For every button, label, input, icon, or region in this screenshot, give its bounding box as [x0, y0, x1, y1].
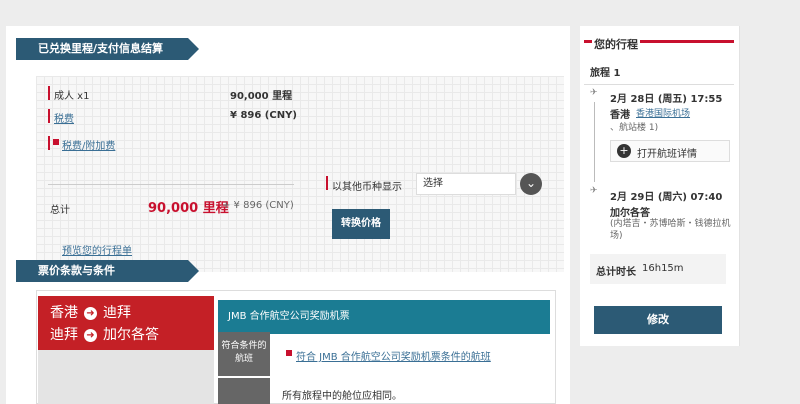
total-plus-amount: + ¥ 896 (CNY) [222, 200, 294, 211]
trip-label: 旅程 1 [590, 68, 621, 79]
itinerary-panel: 您的行程 旅程 1 ✈ 2月 28日 (周五) 17:55 香港 香港国际机场 … [580, 26, 740, 346]
payment-summary-box: 成人 x1 90,000 里程 税费 ¥ 896 (CNY) 税费/附加费 总计… [36, 76, 564, 272]
route-line-2: 迪拜 ➜ 加尔各答 [50, 324, 159, 344]
tax-link[interactable]: 税费 [54, 110, 74, 125]
departure-datetime: 2月 28日 (周五) 17:55 [610, 94, 723, 105]
total-miles: 90,000 里程 [148, 201, 229, 216]
departure-airport-link[interactable]: 香港国际机场 [636, 106, 690, 119]
bullet-icon [286, 350, 292, 356]
red-marker [326, 176, 328, 190]
plus-icon: + [617, 144, 631, 158]
tax-value: ¥ 896 (CNY) [230, 110, 297, 121]
route-origin: 迪拜 [50, 327, 78, 343]
eligible-flights-link[interactable]: 符合 JMB 合作航空公司奖励机票条件的航班 [296, 348, 491, 363]
divider [48, 184, 294, 185]
departure-icon: ✈ [590, 88, 598, 98]
chevron-down-icon[interactable]: ⌄ [520, 173, 542, 195]
arrow-right-icon: ➜ [84, 306, 97, 320]
departure-terminal: 、航站楼 1) [610, 123, 659, 133]
timeline-line [594, 102, 595, 182]
duration-value: 16h15m [642, 263, 684, 274]
currency-select[interactable]: 选择 [416, 173, 516, 195]
route-panel-bg [38, 350, 214, 404]
route-destination: 迪拜 [103, 305, 131, 321]
arrival-city: 加尔各答 [610, 208, 650, 219]
route-line-1: 香港 ➜ 迪拜 [50, 302, 131, 322]
payment-section-title: 已兑换里程/支付信息结算 [16, 38, 199, 60]
fare-type-header: JMB 合作航空公司奖励机票 [218, 300, 550, 334]
cabin-rule-label [218, 378, 270, 404]
surcharge-link[interactable]: 税费/附加费 [62, 137, 115, 152]
route-box: 香港 ➜ 迪拜 迪拜 ➜ 加尔各答 [38, 296, 214, 350]
itinerary-title: 您的行程 [592, 36, 640, 52]
route-destination: 加尔各答 [103, 327, 159, 343]
departure-city: 香港 [610, 110, 630, 121]
arrival-airport: (内塔吉・苏博哈斯・钱德拉机场) [610, 219, 731, 241]
fare-section-title: 票价条款与条件 [16, 260, 199, 282]
duration-box: 总计时长 16h15m [590, 254, 726, 284]
adult-miles: 90,000 里程 [230, 91, 293, 102]
red-marker [48, 86, 50, 100]
itinerary-preview-link[interactable]: 预览您的行程单 [62, 242, 132, 257]
main-panel: 已兑换里程/支付信息结算 成人 x1 90,000 里程 税费 ¥ 896 (C… [6, 26, 570, 404]
eligible-flights-label: 符合条件的航班 [218, 332, 270, 376]
arrival-icon: ✈ [590, 186, 598, 196]
route-origin: 香港 [50, 305, 78, 321]
currency-label: 以其他币种显示 [332, 182, 402, 193]
duration-label: 总计时长 [596, 267, 636, 278]
red-marker [48, 136, 50, 150]
cabin-rule-text: 所有旅程中的舱位应相同。 [282, 391, 402, 402]
adult-label: 成人 x1 [54, 91, 90, 102]
flight-details-toggle[interactable]: + 打开航班详情 [610, 140, 730, 162]
bullet-icon [53, 139, 59, 145]
red-marker [48, 109, 50, 123]
arrival-datetime: 2月 29日 (周六) 07:40 [610, 192, 723, 203]
divider [584, 84, 734, 85]
total-label: 总计 [50, 205, 70, 216]
flight-details-label: 打开航班详情 [637, 149, 697, 160]
convert-price-button[interactable]: 转换价格 [332, 209, 390, 239]
arrow-right-icon: ➜ [84, 328, 97, 342]
modify-button[interactable]: 修改 [594, 306, 722, 334]
